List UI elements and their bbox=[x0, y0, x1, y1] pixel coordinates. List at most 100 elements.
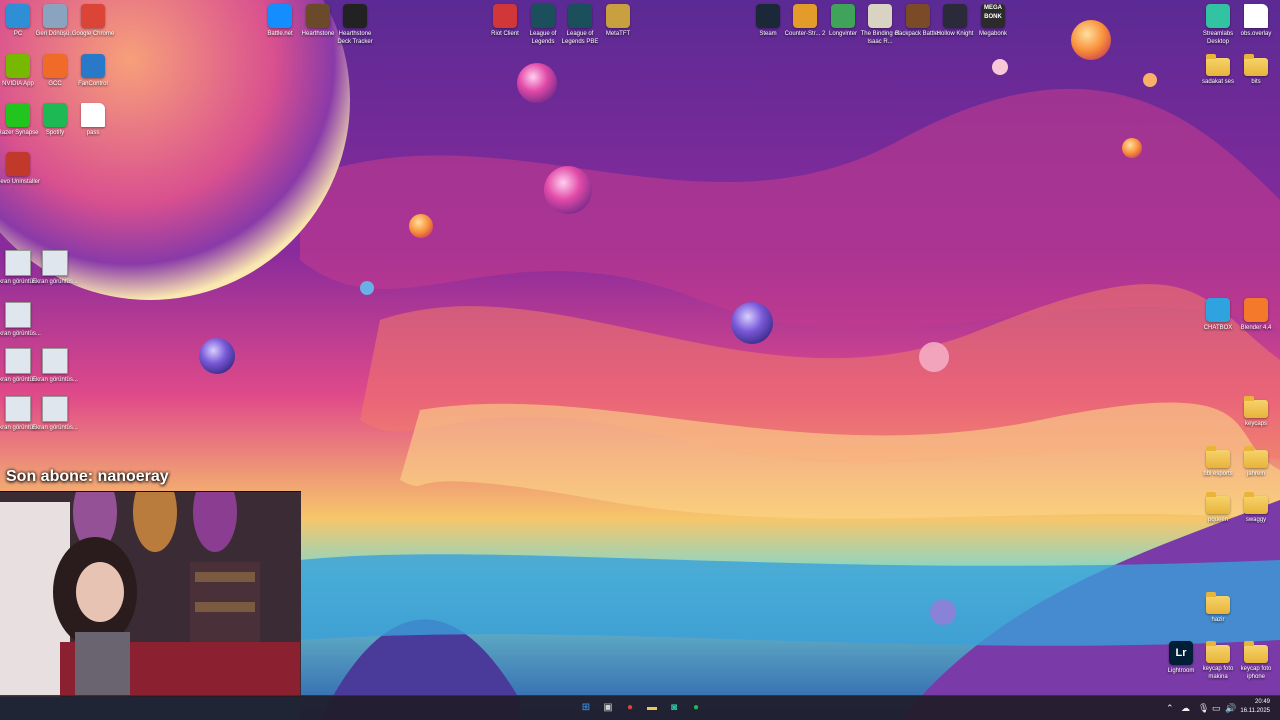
keycapmakina-icon bbox=[1206, 641, 1230, 663]
desktop-icon-label: Google Chrome bbox=[71, 31, 115, 37]
taskbar-taskview-button[interactable]: ▣ bbox=[600, 700, 616, 716]
desktop-icon-label: Revo Uninstaller bbox=[0, 179, 41, 185]
metatft-icon bbox=[606, 4, 630, 28]
desktop-icon-hazir[interactable]: hazir bbox=[1194, 592, 1242, 624]
webcam-overlay bbox=[0, 491, 301, 697]
pqueen-icon bbox=[1206, 492, 1230, 514]
desktop-icon-label: MetaTFT bbox=[605, 31, 631, 37]
shot4-icon bbox=[5, 348, 31, 374]
riot-icon bbox=[493, 4, 517, 28]
hsdeck-icon bbox=[343, 4, 367, 28]
desktop-icon-label: Ekran görüntüs... bbox=[32, 279, 78, 285]
desktop-icon-bits[interactable]: bits bbox=[1232, 54, 1280, 86]
desktop-icon-label: Ekran görüntüs... bbox=[0, 331, 41, 337]
desktop-icon-pass[interactable]: pass bbox=[69, 103, 117, 137]
chatgpt-icon bbox=[1206, 298, 1230, 322]
battlenet-icon bbox=[268, 4, 292, 28]
fancontrol-icon bbox=[81, 54, 105, 78]
isaac-icon bbox=[868, 4, 892, 28]
taskbar-streamlabs-button[interactable]: ◙ bbox=[666, 700, 682, 716]
pc-icon bbox=[6, 4, 30, 28]
shot6-icon bbox=[5, 396, 31, 422]
desktop-icon-label: swaggy bbox=[1245, 517, 1267, 523]
shot2-icon bbox=[42, 250, 68, 276]
desktop-icon-obsoverlay[interactable]: obs.overlay bbox=[1232, 4, 1280, 38]
backpack-icon bbox=[906, 4, 930, 28]
taskbar-chrome-button[interactable]: ● bbox=[622, 700, 638, 716]
pass-icon bbox=[81, 103, 105, 127]
razer-icon bbox=[6, 103, 30, 127]
hearthstone-icon bbox=[306, 4, 330, 28]
sadakat-icon bbox=[1206, 54, 1230, 76]
taskbar: ⊞ ▣ ● ▬ ◙ ● ⌃ ☁ 🎙 ▭ 🔊 20:49 16.11.2025 bbox=[0, 695, 1280, 720]
taskbar-spotify-button[interactable]: ● bbox=[688, 700, 704, 716]
megabonk-icon: MEGA BONK bbox=[981, 4, 1005, 28]
desktop-icon-fancontrol[interactable]: FanControl bbox=[69, 54, 117, 88]
desktop-icon-hsdeck[interactable]: Hearthstone Deck Tracker bbox=[331, 4, 379, 46]
desktop-icon-swaggy[interactable]: swaggy bbox=[1232, 492, 1280, 524]
lightroom-icon: Lr bbox=[1169, 641, 1193, 665]
recycle-icon bbox=[43, 4, 67, 28]
clock[interactable]: 20:49 16.11.2025 bbox=[1240, 698, 1270, 716]
taskbar-start-button[interactable]: ⊞ bbox=[578, 700, 594, 716]
desktop-icon-label: Ekran görüntüs... bbox=[32, 377, 78, 383]
hazir-icon bbox=[1206, 592, 1230, 614]
desktop-icon-label: Hearthstone Deck Tracker bbox=[337, 31, 373, 45]
longvinter-icon bbox=[831, 4, 855, 28]
shot3-icon bbox=[5, 302, 31, 328]
revo-icon bbox=[6, 152, 30, 176]
tray-icon-2[interactable]: 🎙 bbox=[1198, 702, 1209, 714]
desktop-icon-megabonk[interactable]: MEGA BONK Megabonk bbox=[969, 4, 1017, 38]
desktop-icon-label: keycap foto iphone bbox=[1240, 666, 1272, 680]
desktop-icon-label: bits bbox=[1251, 79, 1261, 85]
bits-icon bbox=[1244, 54, 1268, 76]
lolpbe-icon bbox=[568, 4, 592, 28]
tray-icon-0[interactable]: ⌃ bbox=[1166, 702, 1174, 714]
desktop-icon-jahrein[interactable]: jahrein bbox=[1232, 446, 1280, 478]
desktop-icon-label: keycaps bbox=[1244, 421, 1267, 427]
desktop-icon-label: Megabonk bbox=[978, 31, 1008, 37]
tray-icon-3[interactable]: ▭ bbox=[1212, 702, 1221, 714]
desktop-icon-label: FanControl bbox=[78, 81, 108, 87]
desktop-icon-revo[interactable]: Revo Uninstaller bbox=[0, 152, 42, 186]
hollow-icon bbox=[943, 4, 967, 28]
chrome-icon bbox=[81, 4, 105, 28]
desktop-icon-shot5[interactable]: Ekran görüntüs... bbox=[31, 348, 79, 384]
webcam-feed-image bbox=[0, 492, 301, 697]
desktop-icon-label: Ekran görüntüs... bbox=[32, 425, 78, 431]
latest-subscriber-banner: Son abone: nanoeray bbox=[6, 468, 169, 485]
gcc-icon bbox=[43, 54, 67, 78]
desktop-icon-shot7[interactable]: Ekran görüntüs... bbox=[31, 396, 79, 432]
esports-icon bbox=[1206, 446, 1230, 468]
shot7-icon bbox=[42, 396, 68, 422]
cs2-icon bbox=[793, 4, 817, 28]
desktop-icon-metatft[interactable]: MetaTFT bbox=[594, 4, 642, 38]
desktop-icon-label: obs.overlay bbox=[1240, 31, 1272, 37]
streamlabs-icon bbox=[1206, 4, 1230, 28]
keycapiphone-icon bbox=[1244, 641, 1268, 663]
keycaps-icon bbox=[1244, 396, 1268, 418]
taskbar-explorer-button[interactable]: ▬ bbox=[644, 700, 660, 716]
nvidia-icon bbox=[6, 54, 30, 78]
desktop-icon-shot2[interactable]: Ekran görüntüs... bbox=[31, 250, 79, 286]
jahrein-icon bbox=[1244, 446, 1268, 468]
steam-icon bbox=[756, 4, 780, 28]
tray-icon-1[interactable]: ☁ bbox=[1181, 702, 1190, 714]
tray-icon-4[interactable]: 🔊 bbox=[1225, 702, 1236, 714]
desktop-icon-keycaps[interactable]: keycaps bbox=[1232, 396, 1280, 428]
desktop-icon-label: hazir bbox=[1211, 617, 1225, 623]
obsoverlay-icon bbox=[1244, 4, 1268, 28]
shot5-icon bbox=[42, 348, 68, 374]
clock-time: 20:49 bbox=[1254, 699, 1270, 705]
desktop-icon-blender[interactable]: Blender 4.4 bbox=[1232, 298, 1280, 332]
clock-date: 16.11.2025 bbox=[1240, 708, 1270, 714]
shot1-icon bbox=[5, 250, 31, 276]
desktop-icon-chrome[interactable]: Google Chrome bbox=[69, 4, 117, 38]
spotify-icon bbox=[43, 103, 67, 127]
desktop-icon-shot3[interactable]: Ekran görüntüs... bbox=[0, 302, 42, 338]
desktop-icon-keycapiphone[interactable]: keycap foto iphone bbox=[1232, 641, 1280, 681]
swaggy-icon bbox=[1244, 492, 1268, 514]
lol-icon bbox=[531, 4, 555, 28]
desktop-icon-label: Blender 4.4 bbox=[1240, 325, 1272, 331]
blender-icon bbox=[1244, 298, 1268, 322]
